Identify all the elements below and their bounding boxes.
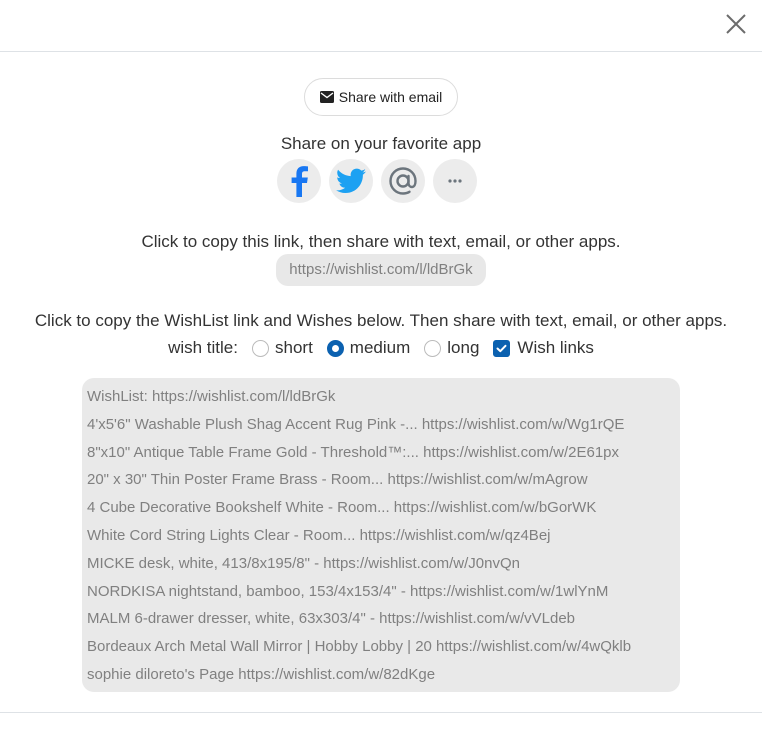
copy-link-pill[interactable]: https://wishlist.com/l/ldBrGk [276,254,486,286]
facebook-icon [291,166,308,197]
wish-title-options: wish title: short medium long Wish links [0,336,762,360]
modal-header [0,0,762,52]
wishlist-link-line: WishList: https://wishlist.com/l/ldBrGk [87,388,336,405]
wish-title-short-option[interactable]: short [252,338,313,358]
wish-line: sophie diloreto's Page https://wishlist.… [87,665,436,683]
wish-line: MICKE desk, white, 413/8x195/8" - https:… [87,554,521,572]
share-more-button[interactable] [433,159,477,203]
wish-line: MALM 6-drawer dresser, white, 63x303/4" … [87,610,576,628]
wish-links-checkbox[interactable] [493,339,511,357]
wish-title-long-option[interactable]: long [424,338,479,358]
short-radio[interactable] [252,339,269,357]
share-at-button[interactable] [381,159,425,203]
share-twitter-button[interactable] [329,159,373,203]
medium-radio[interactable] [326,339,344,357]
medium-radio-label: medium [349,338,411,357]
wish-line: Bordeaux Arch Metal Wall Mirror | Hobby … [87,638,632,656]
copy-wishes-instruction: Click to copy the WishList link and Wish… [34,311,728,330]
share-facebook-button[interactable] [277,159,321,203]
favorite-app-title: Share on your favorite app [280,134,482,153]
wish-links-label: Wish links [517,338,594,357]
wish-line: 4'x5'6" Washable Plush Shag Accent Rug P… [87,415,625,433]
long-radio[interactable] [424,339,442,357]
wish-line: 8"x10" Antique Table Frame Gold - Thresh… [87,443,620,461]
wish-line: White Cord String Lights Clear - Room...… [87,526,551,544]
wish-line: 20" x 30" Thin Poster Frame Brass - Room… [87,471,588,489]
wish-title-label: wish title: [168,338,238,357]
wish-links-option[interactable]: Wish links [493,338,594,358]
share-apps [277,159,477,203]
short-radio-label: short [275,338,313,357]
wish-line: NORDKISA nightstand, bamboo, 153/4x153/4… [87,582,609,600]
wish-title-medium-option[interactable]: medium [326,338,411,358]
envelope-icon [319,91,334,103]
share-with-email-button[interactable]: Share with email [304,78,458,116]
close-button[interactable] [724,12,748,36]
twitter-icon [336,168,366,193]
wishes-copy-box[interactable]: WishList: https://wishlist.com/l/ldBrGk … [82,378,680,692]
checkmark-icon [496,344,507,352]
modal-body: Share with email Share on your favorite … [0,52,762,712]
share-with-email-label: Share with email [338,89,443,105]
modal-footer [0,712,762,741]
long-radio-label: long [447,338,480,357]
more-icon [448,179,462,183]
close-icon [726,14,746,34]
copy-link-instruction: Click to copy this link, then share with… [141,232,621,251]
wish-line: 4 Cube Decorative Bookshelf White - Room… [87,499,597,517]
at-sign-icon [389,167,417,195]
